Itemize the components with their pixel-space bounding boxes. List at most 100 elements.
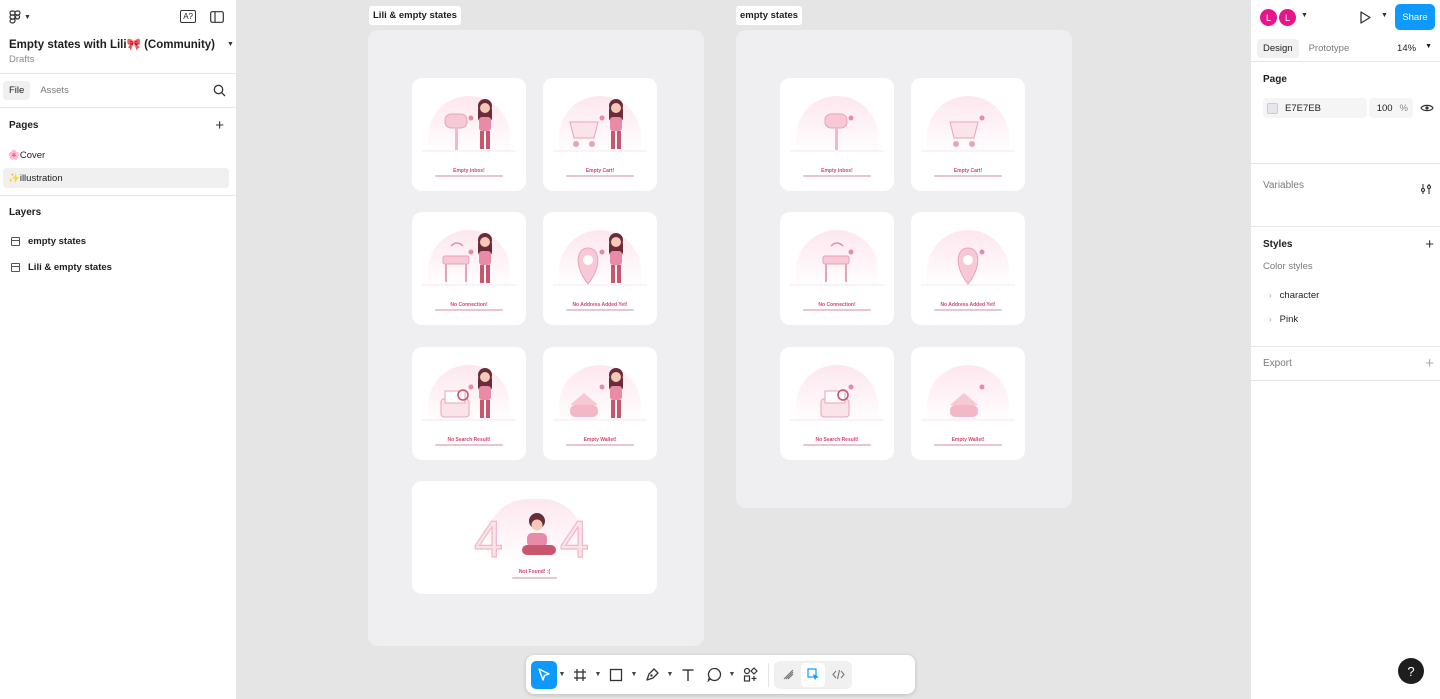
empty-state-card[interactable]: Empty Cart!	[543, 78, 657, 191]
dev-mode-button[interactable]	[826, 663, 850, 687]
empty-state-subtitle-placeholder	[802, 175, 872, 177]
empty-state-title: No Search Result!	[815, 437, 859, 443]
empty-state-card[interactable]: Empty Wallet!	[543, 347, 657, 460]
chevron-down-icon: ▼	[1425, 43, 1432, 50]
chevron-down-icon[interactable]: ▼	[727, 671, 737, 678]
chevron-down-icon: ▼	[227, 40, 234, 48]
comment-tool-button[interactable]	[701, 661, 727, 689]
empty-state-illustration	[790, 242, 884, 286]
empty-state-card[interactable]: Empty Cart!	[911, 78, 1025, 191]
empty-state-card[interactable]: No Address Added Yet!	[543, 212, 657, 325]
move-tool-button[interactable]	[531, 660, 557, 689]
zoom-dropdown[interactable]: 14% ▼	[1397, 43, 1432, 54]
ai-translate-icon[interactable]: A?	[180, 10, 196, 23]
empty-state-illustration	[422, 99, 516, 152]
empty-state-title: Empty Wallet!	[583, 437, 617, 443]
shape-tool-button[interactable]	[603, 661, 629, 689]
draw-mode-button[interactable]	[776, 663, 800, 687]
file-header: ▼ A? Empty states with Lili🎀 (Community)…	[0, 0, 236, 74]
empty-state-subtitle-placeholder	[434, 444, 504, 446]
page-opacity-field[interactable]: 100 %	[1369, 98, 1413, 118]
empty-state-illustration	[921, 247, 1015, 286]
empty-state-subtitle-placeholder	[802, 309, 872, 311]
file-location[interactable]: Drafts	[9, 54, 34, 65]
tab-prototype[interactable]: Prototype	[1303, 39, 1356, 58]
frame-icon	[11, 262, 20, 272]
eye-icon[interactable]	[1420, 103, 1434, 113]
empty-state-title: No Address Added Yet!	[572, 302, 628, 308]
present-play-icon[interactable]	[1359, 11, 1371, 24]
empty-state-card[interactable]: Empty Wallet!	[911, 347, 1025, 460]
empty-state-card[interactable]: No Search Result!	[780, 347, 894, 460]
empty-state-card[interactable]: Empty inbox!	[780, 78, 894, 191]
avatar[interactable]: L	[1259, 8, 1278, 27]
tab-assets[interactable]: Assets	[34, 81, 75, 100]
frame-tool-button[interactable]	[567, 661, 593, 689]
pen-tool-button[interactable]	[639, 661, 665, 689]
share-button[interactable]: Share	[1395, 4, 1435, 30]
style-group-label: character	[1279, 289, 1320, 301]
empty-state-subtitle-placeholder	[933, 175, 1003, 177]
add-export-icon[interactable]: +	[1425, 356, 1434, 371]
text-tool-button[interactable]	[675, 661, 701, 689]
color-swatch[interactable]	[1267, 102, 1278, 114]
empty-state-subtitle-placeholder	[565, 444, 635, 446]
main-menu-button[interactable]: ▼	[9, 10, 31, 24]
empty-state-card[interactable]: No Connection!	[412, 212, 526, 325]
empty-state-illustration	[921, 115, 1015, 152]
layer-empty-states[interactable]: empty states	[0, 228, 236, 254]
chevron-down-icon[interactable]: ▼	[665, 671, 675, 678]
layer-lili-empty-states[interactable]: Lili & empty states	[0, 254, 236, 280]
empty-state-title: Empty inbox!	[453, 168, 485, 174]
style-group-character[interactable]: › character	[1251, 283, 1440, 307]
empty-state-illustration	[553, 99, 647, 152]
actions-button[interactable]	[737, 661, 763, 689]
bottom-toolbar: ▼ ▼ ▼ ▼ ▼	[526, 655, 915, 694]
frame-label-empty-states[interactable]: empty states	[736, 6, 803, 25]
empty-state-illustration	[790, 384, 884, 421]
search-icon[interactable]	[213, 84, 226, 97]
variables-title: Variables	[1263, 180, 1304, 191]
empty-state-illustration	[553, 233, 647, 286]
empty-state-card[interactable]: No Connection!	[780, 212, 894, 325]
empty-state-illustration	[553, 368, 647, 421]
page-item-cover[interactable]: 🌸Cover	[3, 145, 229, 165]
tab-file[interactable]: File	[3, 81, 31, 100]
design-mode-button[interactable]	[801, 662, 825, 687]
empty-state-card[interactable]: No Search Result!	[412, 347, 526, 460]
pen-tool-icon	[645, 668, 659, 681]
chevron-down-icon[interactable]: ▼	[629, 671, 639, 678]
avatar[interactable]: L	[1278, 8, 1297, 27]
empty-state-card[interactable]: No Address Added Yet!	[911, 212, 1025, 325]
file-title[interactable]: Empty states with Lili🎀 (Community) ▼	[9, 37, 234, 51]
help-button[interactable]: ?	[1398, 658, 1424, 684]
variables-settings-icon[interactable]	[1420, 183, 1432, 195]
add-style-icon[interactable]: +	[1425, 237, 1434, 252]
canvas[interactable]: Lili & empty states empty states Empty i…	[237, 0, 1250, 699]
empty-state-title: Empty Cart!	[585, 168, 615, 174]
sidebar-toggle-icon[interactable]	[210, 10, 224, 23]
frame-icon	[11, 236, 20, 246]
dev-mode-icon	[831, 669, 845, 680]
toolbar-divider	[768, 662, 769, 687]
empty-state-card[interactable]: 4 4 Not Found! :(	[412, 481, 657, 594]
add-page-icon[interactable]: +	[215, 118, 224, 133]
chevron-down-icon: ▼	[24, 13, 31, 21]
page-color-field[interactable]: E7E7EB	[1263, 98, 1367, 118]
opacity-value: 100	[1376, 102, 1393, 114]
style-group-pink[interactable]: › Pink	[1251, 307, 1440, 331]
chevron-down-icon[interactable]: ▼	[1301, 12, 1308, 19]
chevron-down-icon[interactable]: ▼	[1381, 12, 1388, 19]
layers-panel: Layers empty states Lili & empty states	[0, 195, 236, 280]
empty-state-card[interactable]: Empty inbox!	[412, 78, 526, 191]
opacity-unit: %	[1399, 102, 1408, 114]
chevron-down-icon[interactable]: ▼	[593, 671, 603, 678]
empty-state-illustration	[790, 113, 884, 152]
page-item-illustration[interactable]: ✨illustration	[3, 168, 229, 188]
frame-label-lili[interactable]: Lili & empty states	[369, 6, 461, 25]
chevron-down-icon[interactable]: ▼	[557, 671, 567, 678]
right-panel: L L ▼ ▼ Share Design Prototype 14% ▼ Pag…	[1250, 0, 1440, 699]
svg-text:4: 4	[474, 511, 503, 569]
tab-design[interactable]: Design	[1257, 38, 1299, 58]
svg-text:4: 4	[560, 511, 589, 569]
